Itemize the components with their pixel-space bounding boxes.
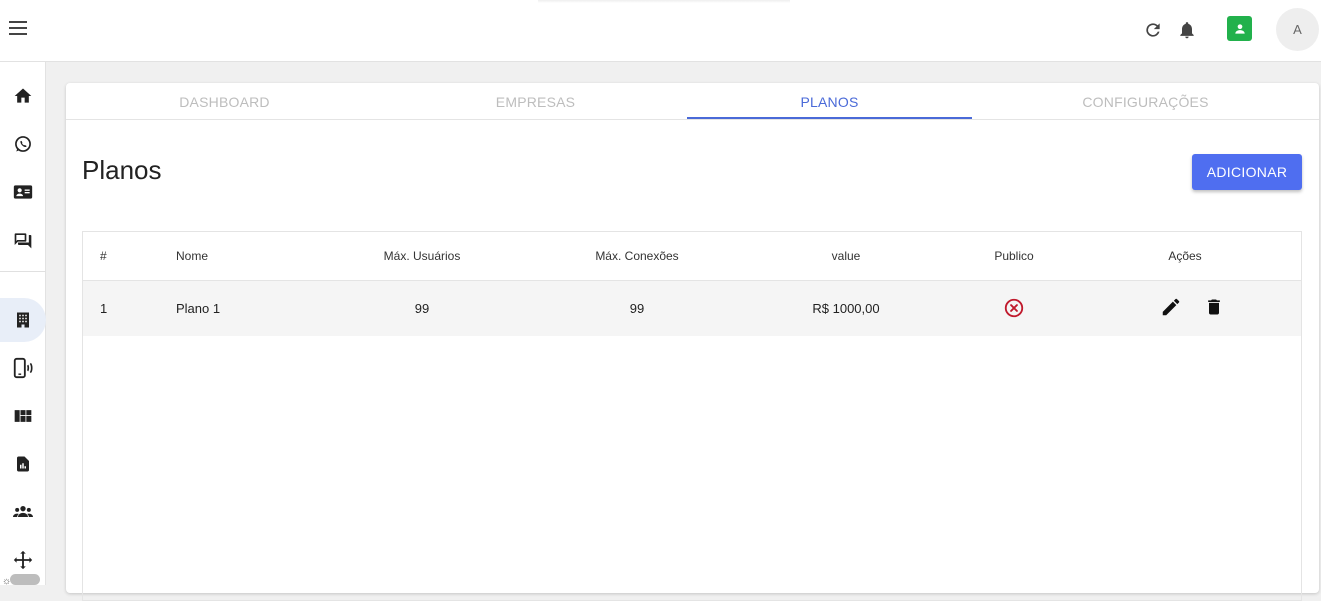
cell-actions: [1069, 280, 1301, 336]
sidebar-item-connections[interactable]: [0, 346, 46, 390]
table-row: 1 Plano 1 99 99 R$ 1000,00: [83, 280, 1301, 336]
sidebar-item-contacts[interactable]: [0, 170, 46, 214]
cell-num: 1: [100, 300, 108, 316]
cell-max-users: 99: [414, 300, 430, 316]
table-header-row: # Nome Máx. Usuários Máx. Conexões value…: [83, 232, 1301, 281]
whatsapp-icon: [15, 136, 31, 152]
sidebar-divider: [0, 271, 46, 272]
home-icon: [14, 88, 32, 103]
sidebar: ☼: [0, 62, 46, 587]
column-header-max-users: Máx. Usuários: [303, 232, 541, 281]
chat-icon: [14, 233, 32, 249]
sidebar-item-reports[interactable]: [0, 442, 46, 486]
sidebar-item-home[interactable]: [0, 74, 46, 118]
cell-name: Plano 1: [176, 300, 221, 316]
edit-icon[interactable]: [1160, 296, 1182, 318]
move-icon: [13, 550, 33, 570]
top-bar-decoration: [538, 0, 790, 3]
column-header-actions: Ações: [1069, 232, 1301, 281]
sidebar-item-companies[interactable]: [0, 298, 46, 342]
main-card: DASHBOARD EMPRESAS PLANOS CONFIGURAÇÕES …: [66, 83, 1319, 601]
sidebar-item-panel[interactable]: [0, 394, 46, 438]
cell-public: [959, 280, 1069, 336]
column-header-max-connections: Máx. Conexões: [541, 232, 733, 281]
column-header-num: #: [83, 232, 163, 281]
theme-toggle[interactable]: ☼: [0, 574, 40, 587]
tab-configuracoes[interactable]: CONFIGURAÇÕES: [972, 83, 1319, 120]
sidebar-item-whatsapp[interactable]: [0, 122, 46, 166]
cell-max-connections: 99: [629, 300, 645, 316]
phone-icon: [13, 357, 33, 379]
toggle-track[interactable]: [10, 574, 40, 585]
menu-icon[interactable]: [6, 17, 30, 41]
column-header-name: Nome: [163, 232, 303, 281]
delete-icon[interactable]: [1204, 296, 1224, 318]
sidebar-item-chats[interactable]: [0, 218, 46, 262]
cell-value: R$ 1000,00: [812, 300, 880, 316]
bell-icon[interactable]: [1175, 18, 1199, 42]
sidebar-item-users[interactable]: [0, 490, 46, 534]
avatar[interactable]: A: [1276, 8, 1319, 51]
active-tab-indicator: [687, 117, 972, 119]
plans-table: # Nome Máx. Usuários Máx. Conexões value…: [82, 231, 1302, 601]
building-icon: [17, 312, 29, 328]
tab-empresas[interactable]: EMPRESAS: [383, 83, 688, 120]
dashboard-icon: [14, 410, 32, 422]
page-title: Planos: [82, 155, 162, 185]
tab-planos[interactable]: PLANOS: [687, 83, 972, 120]
tab-dashboard[interactable]: DASHBOARD: [66, 83, 383, 120]
tab-bar: DASHBOARD EMPRESAS PLANOS CONFIGURAÇÕES: [66, 83, 1319, 120]
column-header-value: value: [733, 232, 959, 281]
report-icon: [17, 456, 29, 472]
whatsapp-status-icon[interactable]: [1227, 16, 1252, 41]
contacts-icon: [13, 185, 33, 199]
public-false-icon: [1004, 299, 1024, 318]
top-app-bar: A: [0, 0, 1321, 62]
column-header-public: Publico: [959, 232, 1069, 281]
refresh-icon[interactable]: [1141, 18, 1165, 42]
add-plan-button[interactable]: ADICIONAR: [1192, 154, 1302, 190]
users-icon: [13, 506, 33, 517]
